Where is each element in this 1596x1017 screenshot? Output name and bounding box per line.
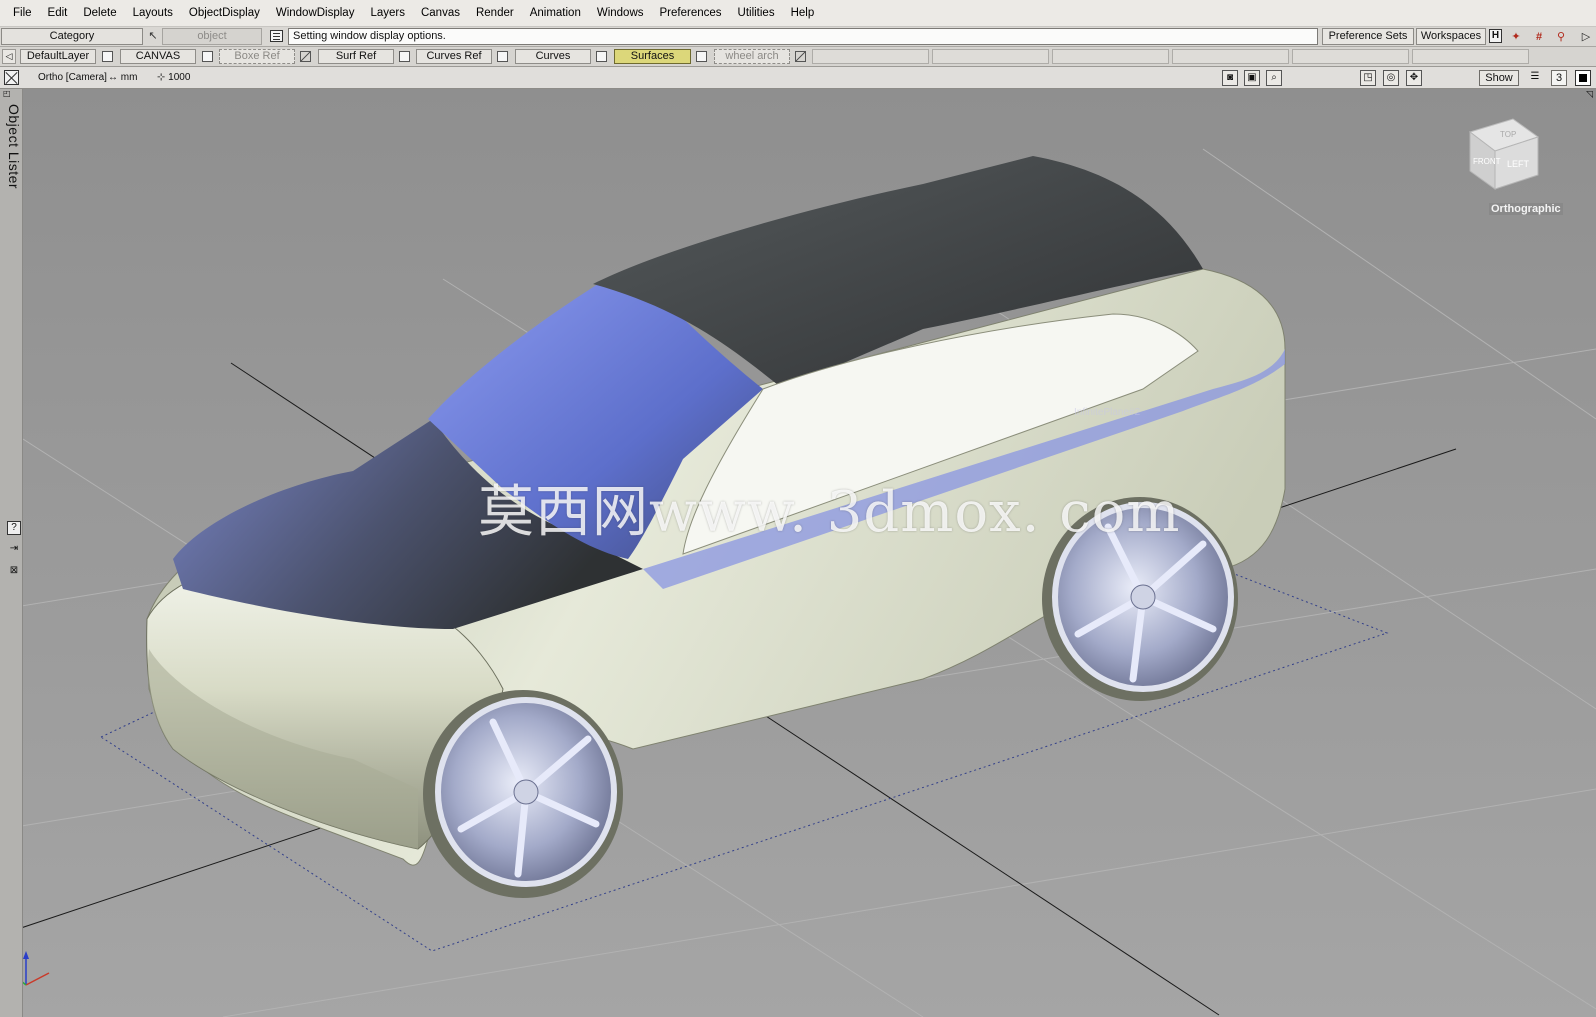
object-lister-tab[interactable]: Object Lister xyxy=(2,104,22,234)
collapse-corner-icon[interactable]: ◰ xyxy=(3,89,11,98)
layer-wheel-arch[interactable]: wheel arch xyxy=(714,49,790,64)
fit-view-icon[interactable]: ◳ xyxy=(1360,70,1376,86)
layer-slot-empty[interactable] xyxy=(1172,49,1289,64)
menu-render[interactable]: Render xyxy=(468,0,522,27)
menu-object-display[interactable]: ObjectDisplay xyxy=(181,0,268,27)
object-selector[interactable]: object xyxy=(162,28,262,45)
axis-gizmo xyxy=(23,951,50,986)
preference-sets-button[interactable]: Preference Sets xyxy=(1322,28,1414,45)
show-button[interactable]: Show xyxy=(1479,70,1519,86)
dock-arrow-icon[interactable]: ⇥ xyxy=(7,543,21,557)
layer-curves-ref[interactable]: Curves Ref xyxy=(416,49,492,64)
grid-readout: ⊹ 1000 xyxy=(157,67,190,89)
layer-surf-ref-visibility[interactable] xyxy=(399,51,410,62)
layer-default-visibility[interactable] xyxy=(102,51,113,62)
menu-utilities[interactable]: Utilities xyxy=(730,0,783,27)
projection-label: Orthographic xyxy=(1489,203,1563,215)
control-bar: Category ↖ object Setting window display… xyxy=(0,27,1596,47)
modeling-viewport[interactable]: TOP FRONT LEFT InfinitePlane#2 莫西网www. 3… xyxy=(23,89,1596,1017)
layer-scroll-left-icon[interactable]: ◁ xyxy=(2,49,16,64)
scene-render: TOP FRONT LEFT xyxy=(23,118,1596,1017)
view-cube-top: TOP xyxy=(1500,130,1516,139)
zoom-icon[interactable]: ⌕ xyxy=(1266,70,1282,86)
layer-boxe-ref[interactable]: Boxe Ref xyxy=(219,49,295,64)
close-viewport-icon[interactable] xyxy=(4,70,19,85)
view-cube-left: LEFT xyxy=(1507,159,1530,169)
menu-animation[interactable]: Animation xyxy=(522,0,589,27)
layer-bar: ◁ DefaultLayer CANVAS Boxe Ref Surf Ref … xyxy=(0,47,1596,67)
viewport-header: Ortho [Camera] ↔ mm ⊹ 1000 ◙ ▣ ⌕ ◳ ◎ ✥ S… xyxy=(0,67,1596,89)
prompt-history-icon[interactable] xyxy=(270,30,283,42)
camera-label: Ortho [Camera] xyxy=(38,72,107,83)
view-cube[interactable]: TOP FRONT LEFT xyxy=(1468,118,1540,190)
view-cube-front: FRONT xyxy=(1473,157,1501,166)
menu-help[interactable]: Help xyxy=(783,0,823,27)
menu-window-display[interactable]: WindowDisplay xyxy=(268,0,363,27)
units-label: mm xyxy=(120,72,138,83)
menu-layers[interactable]: Layers xyxy=(362,0,413,27)
infinite-plane-label: InfinitePlane#2 xyxy=(1074,407,1141,418)
layer-curves[interactable]: Curves xyxy=(515,49,591,64)
pick-cursor-icon[interactable]: ↖ xyxy=(146,29,160,43)
grid-snap-icon[interactable]: # xyxy=(1531,29,1547,45)
layout-number[interactable]: 3 xyxy=(1551,70,1567,86)
layer-surf-ref[interactable]: Surf Ref xyxy=(318,49,394,64)
layer-default[interactable]: DefaultLayer xyxy=(20,49,96,64)
measure-icon: ↔ xyxy=(108,72,121,83)
layer-slot-empty[interactable] xyxy=(812,49,929,64)
status-prompt-line: Setting window display options. xyxy=(288,28,1318,45)
layer-curves-ref-visibility[interactable] xyxy=(497,51,508,62)
menu-layouts[interactable]: Layouts xyxy=(125,0,181,27)
units-readout: ↔ mm xyxy=(108,67,137,89)
close-panel-icon[interactable]: ⊠ xyxy=(7,565,21,579)
layer-slot-empty[interactable] xyxy=(1292,49,1409,64)
category-selector[interactable]: Category xyxy=(1,28,143,45)
maximize-icon[interactable] xyxy=(1575,70,1591,86)
pin-tool-icon[interactable]: ✦ xyxy=(1508,29,1524,45)
menu-canvas[interactable]: Canvas xyxy=(413,0,468,27)
camera-record-icon[interactable]: ▣ xyxy=(1244,70,1260,86)
grid-icon: ⊹ xyxy=(157,72,169,83)
grid-size-label: 1000 xyxy=(168,72,191,83)
menu-delete[interactable]: Delete xyxy=(75,0,124,27)
menu-file[interactable]: File xyxy=(5,0,40,27)
workspaces-button[interactable]: Workspaces xyxy=(1416,28,1486,45)
layer-surfaces[interactable]: Surfaces xyxy=(614,49,691,64)
layer-curves-visibility[interactable] xyxy=(596,51,607,62)
menu-bar: File Edit Delete Layouts ObjectDisplay W… xyxy=(0,0,1596,27)
help-button[interactable]: ? xyxy=(7,521,21,535)
layer-boxe-ref-visibility[interactable] xyxy=(300,51,311,62)
layer-surfaces-visibility[interactable] xyxy=(696,51,707,62)
menu-edit[interactable]: Edit xyxy=(40,0,76,27)
layer-slot-empty[interactable] xyxy=(932,49,1049,64)
viewport-corner-arrow-icon[interactable]: ◹ xyxy=(1586,89,1596,109)
tumble-icon[interactable]: ◎ xyxy=(1383,70,1399,86)
layer-slot-empty[interactable] xyxy=(1412,49,1529,64)
menu-preferences[interactable]: Preferences xyxy=(652,0,730,27)
layer-canvas-visibility[interactable] xyxy=(202,51,213,62)
layer-slot-empty[interactable] xyxy=(1052,49,1169,64)
layer-canvas[interactable]: CANVAS xyxy=(120,49,196,64)
list-icon[interactable]: ☰ xyxy=(1527,70,1543,86)
layer-wheel-arch-visibility[interactable] xyxy=(795,51,806,62)
menu-windows[interactable]: Windows xyxy=(589,0,652,27)
history-icon[interactable]: H xyxy=(1489,29,1502,43)
pan-icon[interactable]: ✥ xyxy=(1406,70,1422,86)
front-wheel xyxy=(423,690,623,898)
watermark-text: 莫西网www. 3dmox. com xyxy=(478,480,1181,545)
expand-right-icon[interactable]: ▷ xyxy=(1578,29,1594,45)
camera-icon[interactable]: ◙ xyxy=(1222,70,1238,86)
magnet-icon[interactable]: ⚲ xyxy=(1553,29,1569,45)
